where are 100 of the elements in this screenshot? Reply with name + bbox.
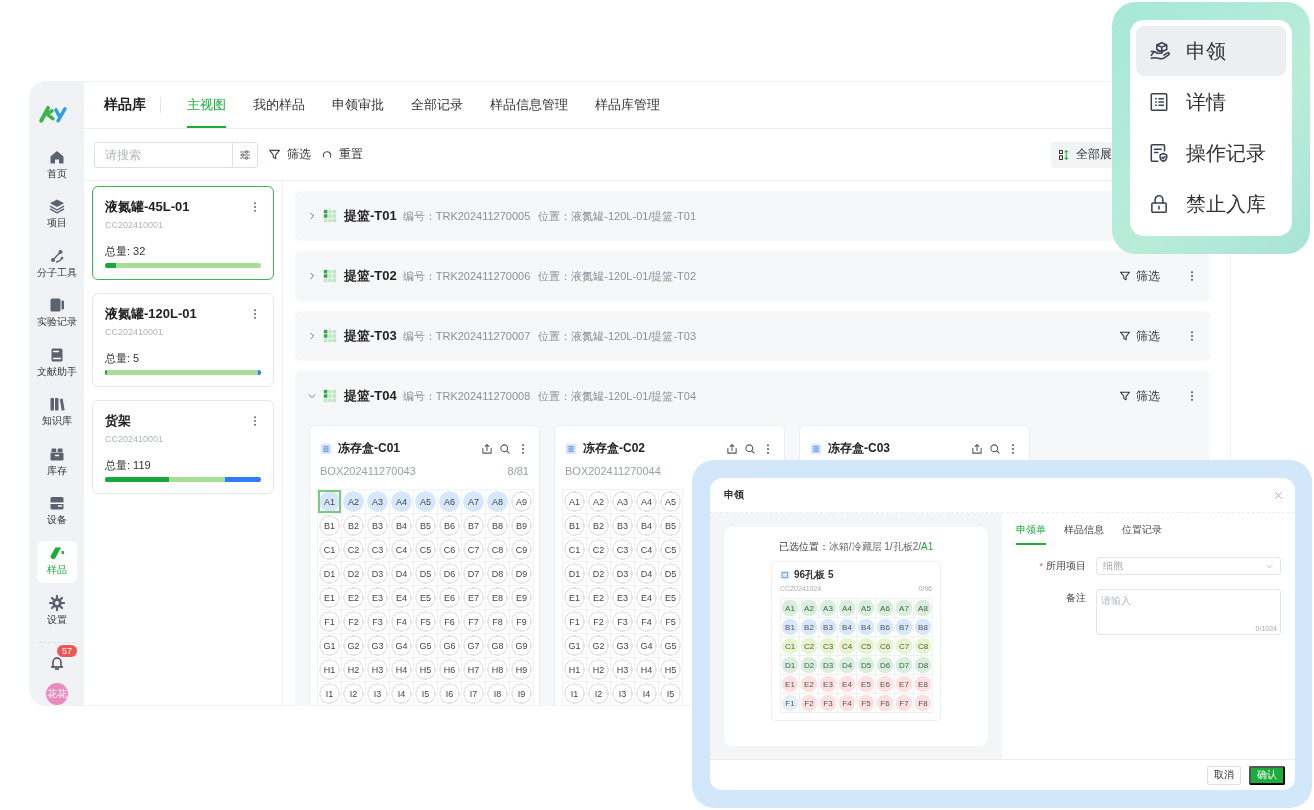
well-cell[interactable]: C1 (563, 538, 587, 562)
bell-icon[interactable] (49, 655, 65, 672)
well-cell[interactable]: F2 (800, 694, 819, 713)
nav-tab[interactable]: 全部记录 (411, 82, 463, 128)
well-cell[interactable]: B5 (659, 514, 683, 538)
well-cell[interactable]: A3 (819, 599, 838, 618)
well-cell[interactable]: G7 (462, 634, 486, 658)
well-cell[interactable]: D7 (462, 562, 486, 586)
search-icon[interactable] (744, 442, 756, 455)
well-cell[interactable]: A2 (342, 490, 366, 514)
well-cell[interactable]: F1 (781, 694, 800, 713)
well-cell[interactable]: C7 (462, 538, 486, 562)
well-cell[interactable]: G9 (510, 634, 534, 658)
well-cell[interactable]: B8 (914, 618, 933, 637)
well-cell[interactable]: G1 (563, 634, 587, 658)
well-cell[interactable]: H8 (486, 658, 510, 682)
well-cell[interactable]: C1 (318, 538, 342, 562)
nav-tab[interactable]: 申领审批 (332, 82, 384, 128)
well-cell[interactable]: C7 (895, 637, 914, 656)
well-cell[interactable]: E1 (318, 586, 342, 610)
well-cell[interactable]: B7 (895, 618, 914, 637)
well-cell[interactable]: I3 (611, 682, 635, 705)
well-cell[interactable]: D1 (781, 656, 800, 675)
well-cell[interactable]: I4 (390, 682, 414, 705)
well-cell[interactable]: G5 (414, 634, 438, 658)
sidebar-item[interactable]: 首页 (37, 144, 77, 187)
well-cell[interactable]: G3 (611, 634, 635, 658)
well-cell[interactable]: A8 (914, 599, 933, 618)
cancel-button[interactable]: 取消 (1207, 765, 1241, 785)
well-cell[interactable]: D8 (914, 656, 933, 675)
well-cell[interactable]: H2 (587, 658, 611, 682)
well-cell[interactable]: E8 (914, 675, 933, 694)
sidebar-item[interactable]: 设备 (37, 491, 77, 533)
well-cell[interactable]: F3 (611, 610, 635, 634)
well-cell[interactable]: H4 (390, 658, 414, 682)
well-cell[interactable]: A4 (838, 599, 857, 618)
well-cell[interactable]: B4 (635, 514, 659, 538)
export-icon[interactable] (481, 442, 493, 455)
menu-item[interactable]: 操作记录 (1136, 128, 1286, 178)
well-cell[interactable]: E4 (838, 675, 857, 694)
well-cell[interactable]: B8 (486, 514, 510, 538)
well-cell[interactable]: G2 (587, 634, 611, 658)
well-cell[interactable]: D2 (800, 656, 819, 675)
well-cell[interactable]: F6 (876, 694, 895, 713)
well-cell[interactable]: A9 (510, 490, 534, 514)
well-cell[interactable]: G4 (390, 634, 414, 658)
menu-item[interactable]: 申领 (1136, 26, 1286, 76)
well-cell[interactable]: A1 (318, 490, 342, 514)
well-cell[interactable]: H7 (462, 658, 486, 682)
well-cell[interactable]: E3 (819, 675, 838, 694)
well-cell[interactable]: C8 (486, 538, 510, 562)
well-cell[interactable]: H3 (611, 658, 635, 682)
well-cell[interactable]: I9 (510, 682, 534, 705)
well-cell[interactable]: D4 (390, 562, 414, 586)
well-cell[interactable]: F3 (819, 694, 838, 713)
well-cell[interactable]: C2 (342, 538, 366, 562)
well-cell[interactable]: D9 (510, 562, 534, 586)
nav-tab[interactable]: 样品信息管理 (490, 82, 568, 128)
well-cell[interactable]: D5 (414, 562, 438, 586)
well-cell[interactable]: G5 (659, 634, 683, 658)
well-cell[interactable]: A5 (659, 490, 683, 514)
well-cell[interactable]: D3 (819, 656, 838, 675)
well-cell[interactable]: D4 (838, 656, 857, 675)
well-cell[interactable]: F2 (587, 610, 611, 634)
well-cell[interactable]: E2 (342, 586, 366, 610)
well-cell[interactable]: B3 (819, 618, 838, 637)
well-cell[interactable]: B4 (390, 514, 414, 538)
well-cell[interactable]: A4 (635, 490, 659, 514)
sidebar-item[interactable]: 知识库 (37, 392, 77, 434)
well-cell[interactable]: D2 (587, 562, 611, 586)
well-cell[interactable]: D5 (857, 656, 876, 675)
well-cell[interactable]: E3 (611, 586, 635, 610)
well-cell[interactable]: C5 (857, 637, 876, 656)
well-cell[interactable]: H1 (318, 658, 342, 682)
filter-button[interactable]: 筛选 (268, 146, 311, 163)
well-cell[interactable]: C4 (390, 538, 414, 562)
well-cell[interactable]: I3 (366, 682, 390, 705)
well-cell[interactable]: B4 (857, 618, 876, 637)
sidebar-item[interactable]: 项目 (37, 194, 77, 236)
well-cell[interactable]: E1 (781, 675, 800, 694)
well-cell[interactable]: E7 (462, 586, 486, 610)
storage-card[interactable]: 液氮罐-120L-01 CC202410001 总量: 5 (92, 293, 274, 387)
well-cell[interactable]: C2 (587, 538, 611, 562)
well-cell[interactable]: B9 (510, 514, 534, 538)
well-cell[interactable]: D3 (611, 562, 635, 586)
well-cell[interactable]: B1 (781, 618, 800, 637)
well-cell[interactable]: B2 (800, 618, 819, 637)
well-cell[interactable]: F9 (510, 610, 534, 634)
well-cell[interactable]: E5 (659, 586, 683, 610)
well-cell[interactable]: A3 (366, 490, 390, 514)
well-cell[interactable]: C5 (659, 538, 683, 562)
well-cell[interactable]: I1 (318, 682, 342, 705)
well-cell[interactable]: C8 (914, 637, 933, 656)
well-cell[interactable]: E6 (438, 586, 462, 610)
well-cell[interactable]: D8 (486, 562, 510, 586)
well-cell[interactable]: D2 (342, 562, 366, 586)
well-cell[interactable]: A8 (486, 490, 510, 514)
well-cell[interactable]: F5 (414, 610, 438, 634)
well-cell[interactable]: A2 (587, 490, 611, 514)
sidebar-item[interactable]: 实验记录 (37, 293, 77, 335)
